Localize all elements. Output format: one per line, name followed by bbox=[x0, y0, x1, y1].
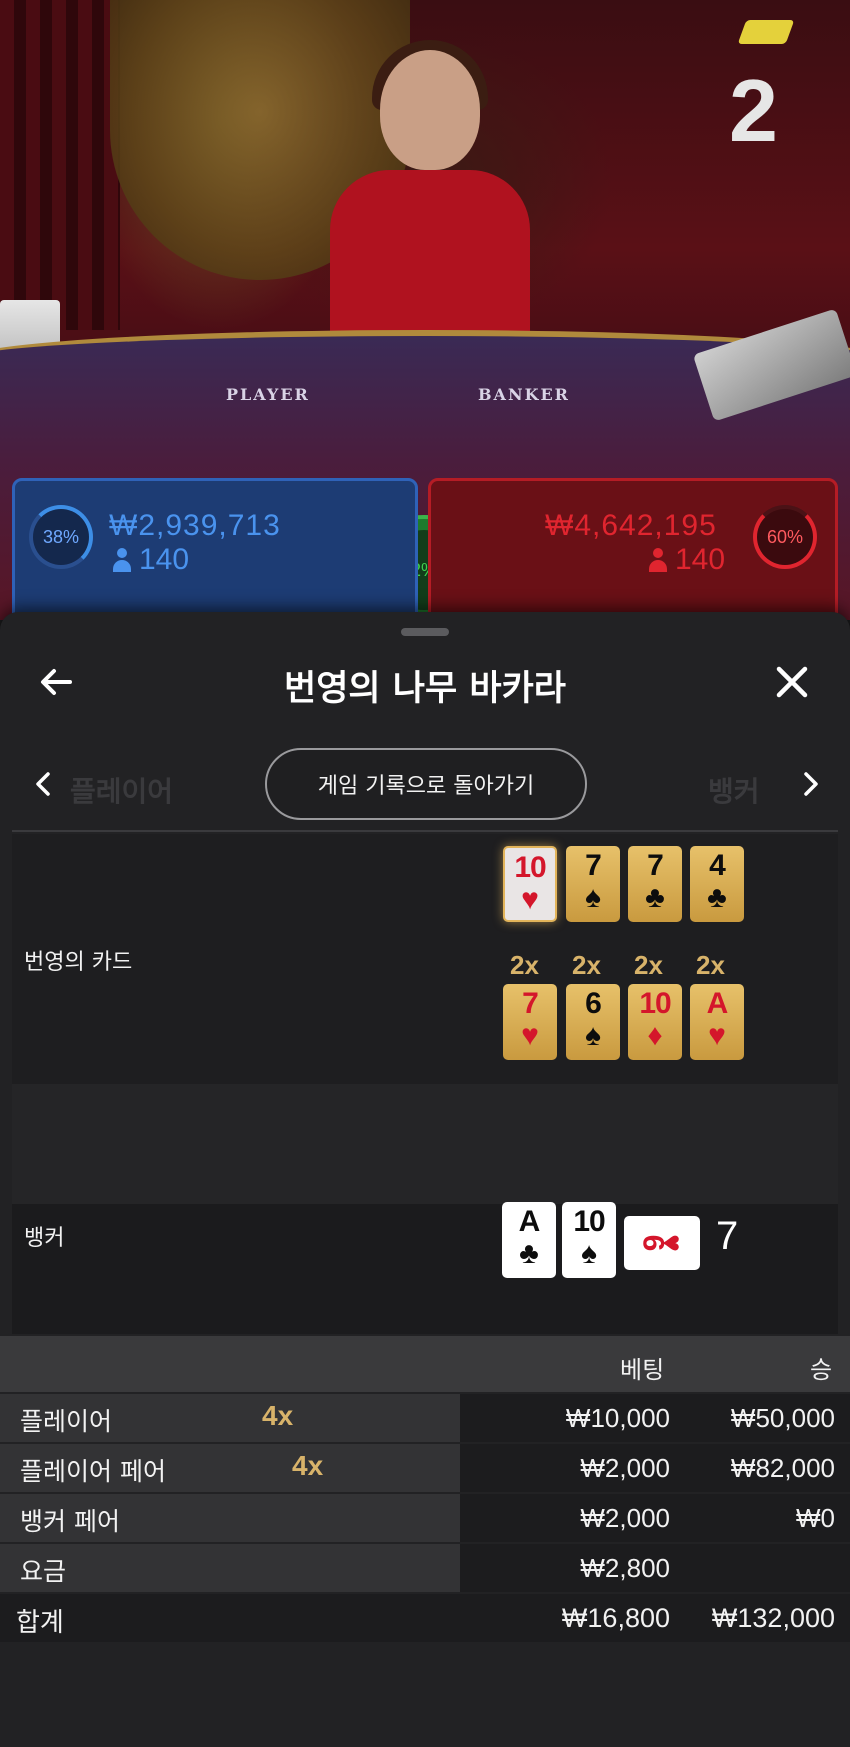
sheet-grabber[interactable] bbox=[401, 628, 449, 636]
header-win: 승 bbox=[810, 1356, 833, 1384]
curtain-decoration bbox=[0, 0, 120, 330]
bet-multiplier: 4x bbox=[262, 1400, 294, 1431]
card-multiplier: 2x bbox=[696, 950, 725, 980]
banker-bet-amount: ₩4,642,195 bbox=[545, 509, 717, 542]
return-to-history-button[interactable]: 게임 기록으로 돌아가기 bbox=[265, 748, 587, 820]
header-bet: 베팅 bbox=[620, 1356, 665, 1384]
playing-card: 7 ♣ bbox=[628, 846, 682, 922]
total-label: 합계 bbox=[16, 1608, 64, 1638]
bet-amount: ₩2,000 bbox=[580, 1503, 670, 1533]
playing-card: 4 ♣ bbox=[690, 846, 744, 922]
history-nav: 플레이어 게임 기록으로 돌아가기 뱅커 bbox=[0, 748, 850, 822]
prosperity-card: A ♥ bbox=[690, 984, 744, 1060]
banker-bet-panel[interactable]: ₩4,642,195 140 60% bbox=[428, 478, 838, 618]
bet-name: 요금 bbox=[20, 1557, 67, 1586]
close-icon[interactable] bbox=[770, 660, 814, 704]
win-amount: ₩50,000 bbox=[730, 1403, 835, 1433]
chevron-left-icon[interactable] bbox=[28, 768, 60, 800]
divider bbox=[12, 830, 838, 832]
player-bet-panel[interactable]: 38% ₩2,939,713 140 bbox=[12, 478, 418, 618]
bet-amount: ₩2,800 bbox=[580, 1553, 670, 1583]
prosperity-card: 7 ♥ bbox=[503, 984, 557, 1060]
card-multiplier: 2x bbox=[510, 950, 539, 980]
prosperity-card: 10 ♦ bbox=[628, 984, 682, 1060]
total-win: ₩132,000 bbox=[711, 1603, 835, 1633]
table-row: 플레이어 페어 4x ₩2,000 ₩82,000 bbox=[0, 1444, 850, 1492]
playing-card: 7 ♠ bbox=[566, 846, 620, 922]
win-amount: ₩0 bbox=[796, 1503, 835, 1533]
bet-name: 플레이어 페어 bbox=[20, 1457, 166, 1486]
table-total-row: 합계 ₩16,800 ₩132,000 bbox=[0, 1594, 850, 1642]
chevron-right-icon[interactable] bbox=[794, 768, 826, 800]
playing-card: 10 ♥ bbox=[503, 846, 557, 922]
player-bet-amount: ₩2,939,713 bbox=[109, 509, 281, 542]
banker-total-score: 7 bbox=[716, 1214, 739, 1258]
table-row: 뱅커 페어 ₩2,000 ₩0 bbox=[0, 1494, 850, 1542]
ghost-player-label: 플레이어 bbox=[70, 775, 174, 808]
banker-bet-count: 140 bbox=[649, 543, 725, 577]
table-row: 요금 ₩2,800 bbox=[0, 1544, 850, 1592]
banker-row-label: 뱅커 bbox=[24, 1226, 65, 1251]
banker-card: A ♣ bbox=[502, 1202, 556, 1278]
card-multiplier: 2x bbox=[634, 950, 663, 980]
dealer-figure bbox=[330, 170, 530, 350]
win-amount: ₩82,000 bbox=[730, 1453, 835, 1483]
table-label-banker: BANKER bbox=[478, 385, 570, 404]
person-icon bbox=[113, 548, 131, 572]
sheet-title: 번영의 나무 바카라 bbox=[284, 669, 566, 709]
prosperity-card: 6 ♠ bbox=[566, 984, 620, 1060]
bet-multiplier: 4x bbox=[292, 1450, 324, 1481]
player-bettor-count: 140 bbox=[139, 543, 190, 576]
ghost-banker-label: 뱅커 bbox=[708, 775, 760, 808]
bet-name: 뱅커 페어 bbox=[20, 1507, 120, 1536]
person-icon bbox=[649, 548, 667, 572]
player-percent-ring: 38% bbox=[29, 505, 93, 569]
bet-amount: ₩10,000 bbox=[565, 1403, 670, 1433]
banker-percent-ring: 60% bbox=[753, 505, 817, 569]
round-marker-icon bbox=[737, 20, 795, 44]
total-bet: ₩16,800 bbox=[561, 1603, 670, 1633]
card-multiplier: 2x bbox=[572, 950, 601, 980]
table-label-player: PLAYER bbox=[226, 385, 310, 404]
table-header: 베팅 승 bbox=[0, 1336, 850, 1392]
banker-card: 10 ♠ bbox=[562, 1202, 616, 1278]
bet-name: 플레이어 bbox=[20, 1407, 113, 1436]
prosperity-cards-label: 번영의 카드 bbox=[24, 950, 133, 975]
player-bet-count: 140 bbox=[113, 543, 189, 577]
dealer-head bbox=[380, 50, 480, 170]
round-number: 2 bbox=[729, 61, 778, 160]
banker-third-card: 6 ♥ bbox=[624, 1216, 700, 1270]
table-row: 플레이어 4x ₩10,000 ₩50,000 bbox=[0, 1394, 850, 1442]
banker-bettor-count: 140 bbox=[675, 543, 726, 576]
bet-amount: ₩2,000 bbox=[580, 1453, 670, 1483]
